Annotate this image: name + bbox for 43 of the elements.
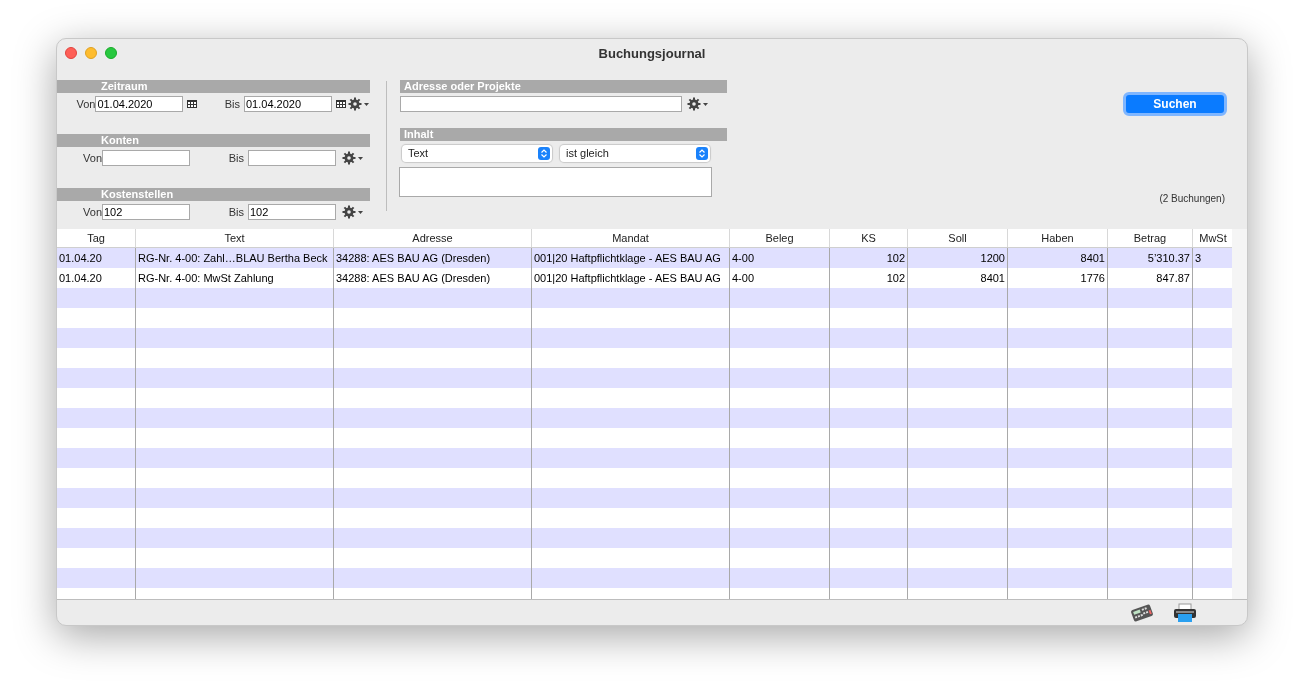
column-header[interactable]: Haben xyxy=(1008,229,1108,247)
date-field[interactable]: 01.04.2020 xyxy=(244,96,332,112)
window-title: Buchungsjournal xyxy=(598,45,706,64)
field-label: Von xyxy=(82,204,102,220)
gear-menu-icon[interactable] xyxy=(342,205,364,219)
field-label: Bis xyxy=(227,204,244,220)
column-header[interactable]: Mandat xyxy=(532,229,730,247)
column-header[interactable]: Betrag xyxy=(1108,229,1193,247)
column-header[interactable]: Soll xyxy=(908,229,1008,247)
gear-menu-icon[interactable] xyxy=(348,97,370,111)
calendar-icon[interactable] xyxy=(187,100,198,108)
stepper-icon xyxy=(538,147,550,160)
field-label: Von xyxy=(82,150,102,166)
close-button[interactable] xyxy=(65,47,77,59)
text-field[interactable] xyxy=(248,150,336,166)
section-header: Kostenstellen xyxy=(57,188,370,201)
calendar-icon[interactable] xyxy=(336,100,346,108)
section-header: Zeitraum xyxy=(57,80,370,93)
text-field[interactable]: 102 xyxy=(102,204,190,220)
date-field[interactable]: 01.04.2020 xyxy=(95,96,184,112)
text-field[interactable] xyxy=(102,150,190,166)
gear-menu-icon[interactable] xyxy=(687,97,709,111)
content-field[interactable] xyxy=(399,167,712,197)
section-header: Konten xyxy=(57,134,370,147)
dropdown[interactable]: Text xyxy=(402,145,552,162)
address-field[interactable] xyxy=(400,96,682,112)
column-header[interactable]: Beleg xyxy=(730,229,830,247)
section-header: Adresse oder Projekte xyxy=(400,80,727,93)
text-field[interactable]: 102 xyxy=(248,204,336,220)
gear-menu-icon[interactable] xyxy=(342,151,364,165)
column-header[interactable]: KS xyxy=(830,229,908,247)
dropdown[interactable]: ist gleich xyxy=(560,145,710,162)
column-header[interactable]: Adresse xyxy=(334,229,532,247)
result-count: (2 Buchungen) xyxy=(1159,192,1225,206)
printer-icon[interactable] xyxy=(1173,602,1197,623)
section-header: Inhalt xyxy=(400,128,727,141)
column-header[interactable]: Tag xyxy=(57,229,136,247)
stepper-icon xyxy=(696,147,708,160)
column-header[interactable]: Text xyxy=(136,229,334,247)
search-button[interactable]: Suchen xyxy=(1123,92,1227,116)
field-label: Bis xyxy=(223,96,240,112)
field-label: Von xyxy=(75,96,96,112)
field-label: Bis xyxy=(227,150,244,166)
